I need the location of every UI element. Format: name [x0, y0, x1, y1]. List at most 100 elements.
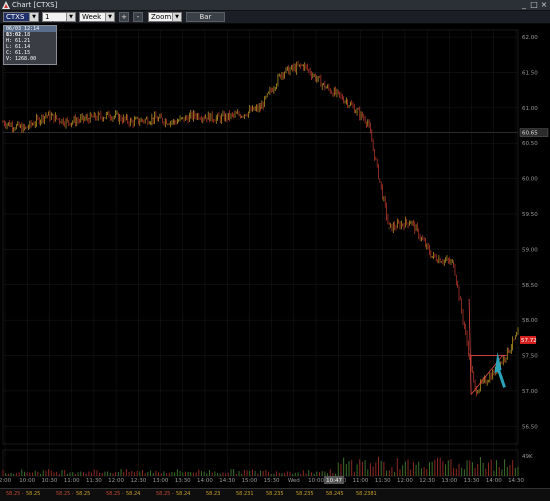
- zoom-select[interactable]: Zoom ▼: [148, 12, 182, 22]
- price-point: [131, 121, 133, 123]
- time-tick-label: 15:30: [264, 478, 280, 484]
- status-value: 58.24: [126, 491, 141, 497]
- symbol-select[interactable]: CTXS ▼: [3, 12, 39, 22]
- status-value: 58.24: [176, 491, 191, 497]
- price-point: [23, 128, 26, 130]
- status-value: 58.245: [326, 491, 344, 497]
- close-icon[interactable]: ×: [540, 1, 548, 9]
- price-point: [195, 114, 197, 116]
- price-point: [66, 121, 68, 123]
- status-bar: 58.25 -58.25 58.25 -58.25 58.25 -58.24 58.2…: [0, 488, 550, 501]
- time-tick-label: 13:00: [153, 478, 169, 484]
- time-tick-label: 10:00: [308, 478, 324, 484]
- app-icon: [2, 1, 10, 9]
- price-tick-label: 61.00: [522, 106, 538, 112]
- price-tick-label: 58.50: [522, 283, 538, 289]
- price-axis: 62.00 61.50 61.00 60.50 60.00 59.50 59.00 58.50…: [519, 35, 549, 460]
- price-point: [431, 255, 433, 258]
- status-value: 58.23: [206, 491, 221, 497]
- price-tick-label: 60.00: [522, 177, 538, 183]
- time-tick-label: 14:30: [219, 478, 235, 484]
- maximize-icon[interactable]: □: [530, 1, 538, 9]
- chart-grid: [2, 29, 519, 477]
- chart-window: Chart [CTXS] _ □ × CTXS ▼ 1 minute ▼ Wee…: [0, 0, 550, 501]
- time-tick-label: Wed: [288, 478, 300, 484]
- time-tick-label: 11:30: [375, 478, 391, 484]
- price-tick-label: 59.50: [522, 212, 538, 218]
- zoom-in-button[interactable]: +: [119, 12, 129, 22]
- time-tick-label: 13:30: [464, 478, 480, 484]
- price-point: [453, 262, 455, 265]
- volume-bars: [2, 456, 519, 476]
- chevron-down-icon[interactable]: ▼: [105, 13, 114, 21]
- price-point: [517, 333, 519, 335]
- price-point: [259, 107, 262, 109]
- status-value: 58.2381: [356, 491, 377, 497]
- price-candles: [2, 60, 519, 397]
- chevron-down-icon[interactable]: ▼: [29, 13, 38, 21]
- ohlc-tooltip: 06/03 12:14 13:02 O: 61.18 H: 61.21 L: 6…: [3, 25, 57, 65]
- price-point: [302, 64, 305, 66]
- time-tick-label: 12:00: [108, 478, 124, 484]
- last-price-label: 57.72: [521, 338, 537, 344]
- status-value: 58.231: [236, 491, 254, 497]
- chart-toolbar: CTXS ▼ 1 minute ▼ Week ▼ + - Zoom ▼ Bar: [0, 11, 550, 29]
- bar-style-button[interactable]: Bar: [186, 12, 225, 22]
- ohlc-volume: V: 1268.00: [6, 56, 37, 62]
- price-point: [45, 114, 47, 116]
- status-value: 58.25: [76, 491, 91, 497]
- time-tick-label: 14:00: [197, 478, 213, 484]
- status-value: 58.235: [266, 491, 284, 497]
- price-tick-label: 61.50: [522, 70, 538, 76]
- price-point: [238, 114, 240, 116]
- time-tick-label: 11:00: [353, 478, 369, 484]
- price-tick-label: 60.50: [522, 141, 538, 147]
- time-tick-label: 11:00: [64, 478, 80, 484]
- time-tick-label: 14:30: [508, 478, 524, 484]
- price-point: [388, 227, 390, 229]
- price-tick-label: 56.50: [522, 424, 538, 430]
- range-select[interactable]: Week ▼: [79, 12, 115, 22]
- price-point: [410, 220, 412, 222]
- price-tick-label: 58.00: [522, 318, 538, 324]
- price-point: [324, 86, 326, 88]
- time-tick-label: 12:30: [419, 478, 435, 484]
- trendline-left: [468, 298, 472, 395]
- chevron-down-icon[interactable]: ▼: [172, 13, 181, 21]
- time-tick-label: 11:30: [86, 478, 102, 484]
- time-tick-label: 13:30: [175, 478, 191, 484]
- price-tick-label: 57.00: [522, 389, 538, 395]
- window-title: Chart [CTXS]: [12, 1, 58, 9]
- price-point: [367, 121, 369, 123]
- price-point: [88, 117, 90, 120]
- interval-select[interactable]: 1 minute ▼: [42, 12, 76, 29]
- time-tick-label: 15:00: [241, 478, 257, 484]
- price-point: [2, 121, 4, 123]
- price-tick-label: 59.00: [522, 247, 538, 253]
- price-point: [216, 117, 219, 120]
- price-point: [174, 121, 176, 123]
- chevron-down-icon[interactable]: ▼: [66, 13, 75, 21]
- time-tick-label: 10:30: [42, 478, 58, 484]
- crosshair-price-label: 60.65: [522, 131, 538, 137]
- volume-axis-label: 49K: [522, 454, 533, 460]
- status-faint-value: 58.25 -: [106, 491, 124, 497]
- minimize-icon[interactable]: _: [520, 1, 528, 9]
- zoom-out-button[interactable]: -: [133, 12, 143, 22]
- status-value: 58.25: [26, 491, 41, 497]
- range-value: Week: [82, 13, 102, 21]
- price-series: [2, 64, 519, 392]
- price-point: [281, 71, 283, 74]
- cursor-time-label: 10:47: [326, 478, 342, 484]
- time-tick-label: 12:00: [397, 478, 413, 484]
- price-chart[interactable]: 62.00 61.50 61.00 60.50 60.00 59.50 59.00 58.50…: [0, 24, 550, 488]
- title-bar: Chart [CTXS] _ □ ×: [0, 0, 550, 11]
- status-value: 58.235: [296, 491, 314, 497]
- price-tick-label: 62.00: [522, 35, 538, 41]
- time-tick-label: 12:30: [130, 478, 146, 484]
- price-tick-label: 57.50: [522, 354, 538, 360]
- status-faint-value: 58.25 -: [156, 491, 174, 497]
- plot-frame: [2, 29, 519, 445]
- time-tick-label: 14:00: [486, 478, 502, 484]
- price-point: [345, 100, 347, 102]
